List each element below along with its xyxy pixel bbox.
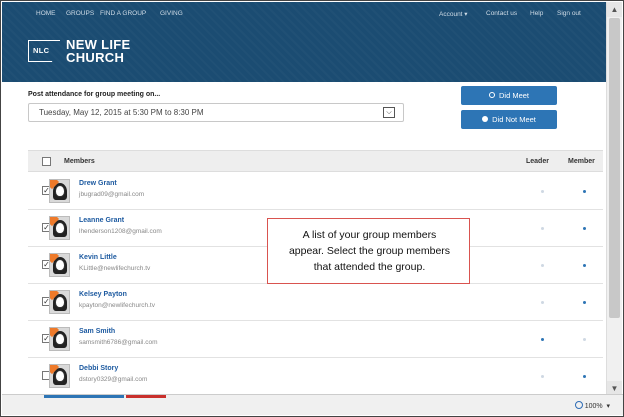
table-row[interactable]: ✓ Kelsey Payton kpayton@newlifechurch.tv: [28, 284, 603, 321]
member-name[interactable]: Drew Grant: [79, 180, 117, 187]
member-indicator: [583, 190, 586, 193]
nav-account[interactable]: Account ▾: [439, 10, 468, 18]
browser-window: HOME GROUPS FIND A GROUP GIVING Account …: [0, 0, 624, 417]
radio-selected-icon: [488, 92, 495, 98]
member-email: jbugrad09@gmail.com: [79, 191, 145, 198]
radio-icon: [482, 116, 489, 122]
vertical-scrollbar[interactable]: ▲ ▼: [606, 2, 622, 396]
leader-indicator: [541, 301, 544, 304]
attendance-label: Post attendance for group meeting on...: [28, 91, 161, 98]
nav-signout[interactable]: Sign out: [557, 10, 581, 17]
meeting-date-select[interactable]: Tuesday, May 12, 2015 at 5:30 PM to 8:30…: [28, 103, 404, 122]
member-indicator: [583, 338, 586, 341]
logo-mark: NLC: [33, 46, 50, 55]
member-email: KLittle@newlifechurch.tv: [79, 265, 151, 272]
avatar: [49, 216, 70, 240]
nav-find-group[interactable]: FIND A GROUP: [100, 10, 146, 17]
scroll-thumb[interactable]: [609, 18, 620, 318]
member-email: lhenderson1208@gmail.com: [79, 228, 162, 235]
header-leader: Leader: [526, 158, 549, 165]
did-not-meet-button[interactable]: Did Not Meet: [461, 110, 557, 129]
avatar: [49, 253, 70, 277]
leader-indicator: [541, 264, 544, 267]
member-name[interactable]: Leanne Grant: [79, 217, 124, 224]
member-name[interactable]: Sam Smith: [79, 328, 115, 335]
member-email: samsmith6786@gmail.com: [79, 339, 158, 346]
avatar: [49, 179, 70, 203]
avatar: [49, 290, 70, 314]
selected-date: Tuesday, May 12, 2015 at 5:30 PM to 8:30…: [39, 108, 204, 117]
nav-home[interactable]: HOME: [36, 10, 56, 17]
avatar: [49, 364, 70, 388]
member-email: kpayton@newlifechurch.tv: [79, 302, 155, 309]
members-table-header: Members Leader Member: [28, 150, 603, 172]
button-edge: [126, 395, 166, 398]
zoom-control[interactable]: 100% ▾: [574, 401, 610, 410]
logo-text: NEW LIFE CHURCH: [66, 37, 131, 65]
nav-help[interactable]: Help: [530, 10, 543, 17]
nav-giving[interactable]: GIVING: [160, 10, 183, 17]
instruction-callout: A list of your group members appear. Sel…: [267, 218, 470, 284]
leader-indicator: [541, 338, 544, 341]
member-indicator: [583, 264, 586, 267]
member-email: dstory0329@gmail.com: [79, 376, 148, 383]
scroll-up-icon[interactable]: ▲: [607, 2, 622, 17]
member-indicator: [583, 227, 586, 230]
nav-groups[interactable]: GROUPS: [66, 10, 94, 17]
status-bar: 100% ▾: [2, 394, 623, 415]
site-header: HOME GROUPS FIND A GROUP GIVING Account …: [2, 2, 607, 82]
member-indicator: [583, 301, 586, 304]
member-name[interactable]: Debbi Story: [79, 365, 118, 372]
avatar: [49, 327, 70, 351]
button-edge: [44, 395, 124, 398]
did-meet-button[interactable]: Did Meet: [461, 86, 557, 105]
header-member: Member: [568, 158, 595, 165]
nav-contact[interactable]: Contact us: [486, 10, 517, 17]
leader-indicator: [541, 190, 544, 193]
header-members: Members: [64, 158, 95, 165]
top-nav: HOME GROUPS FIND A GROUP GIVING Account …: [2, 10, 607, 22]
table-row[interactable]: ✓ Drew Grant jbugrad09@gmail.com: [28, 173, 603, 210]
chevron-down-icon[interactable]: ⌵: [383, 107, 395, 118]
table-row[interactable]: ✓ Sam Smith samsmith6786@gmail.com: [28, 321, 603, 358]
table-row[interactable]: Debbi Story dstory0329@gmail.com: [28, 358, 603, 395]
leader-indicator: [541, 375, 544, 378]
select-all-checkbox[interactable]: [42, 157, 51, 166]
zoom-icon: [574, 401, 583, 409]
member-name[interactable]: Kevin Little: [79, 254, 117, 261]
member-name[interactable]: Kelsey Payton: [79, 291, 127, 298]
member-indicator: [583, 375, 586, 378]
leader-indicator: [541, 227, 544, 230]
